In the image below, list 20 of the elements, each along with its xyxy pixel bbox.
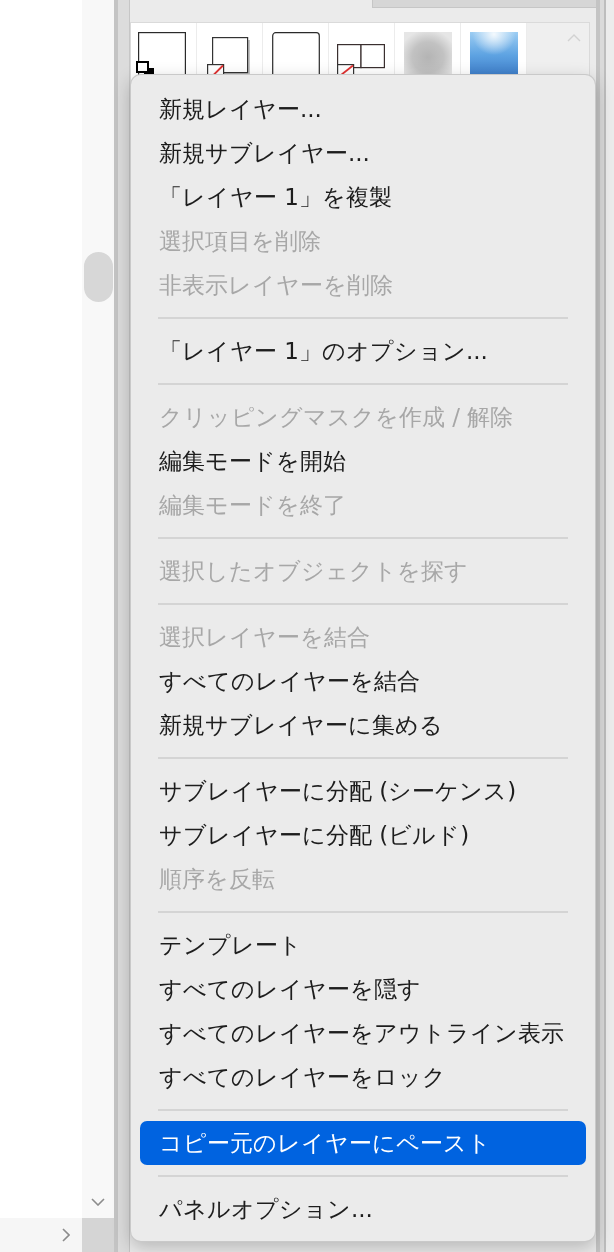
menu-item[interactable]: 編集モードを開始 <box>140 439 586 483</box>
menu-item[interactable]: パネルオプション... <box>140 1187 586 1231</box>
menu-item[interactable]: 新規サブレイヤー... <box>140 131 586 175</box>
menu-item[interactable]: サブレイヤーに分配 (シーケンス) <box>140 769 586 813</box>
menu-item[interactable]: すべてのレイヤーをアウトライン表示 <box>140 1011 586 1055</box>
chevron-down-icon[interactable] <box>91 1198 105 1206</box>
chevron-right-icon[interactable] <box>62 1228 70 1242</box>
scrollbar-corner <box>82 1218 114 1252</box>
menu-item[interactable]: テンプレート <box>140 923 586 967</box>
shadowed-square-icon <box>207 37 250 77</box>
menu-item[interactable]: 「レイヤー 1」のオプション... <box>140 329 586 373</box>
menu-item[interactable]: すべてのレイヤーを結合 <box>140 659 586 703</box>
menu-item[interactable]: すべてのレイヤーを隠す <box>140 967 586 1011</box>
menu-item[interactable]: 「レイヤー 1」を複製 <box>140 175 586 219</box>
scrollbar-thumb[interactable] <box>83 252 113 302</box>
menu-item[interactable]: 新規サブレイヤーに集める <box>140 703 586 747</box>
menu-item[interactable]: すべてのレイヤーをロック <box>140 1055 586 1099</box>
menu-item[interactable]: サブレイヤーに分配 (ビルド) <box>140 813 586 857</box>
menu-item[interactable]: コピー元のレイヤーにペースト <box>140 1121 586 1165</box>
menu-item[interactable]: 新規レイヤー... <box>140 87 586 131</box>
